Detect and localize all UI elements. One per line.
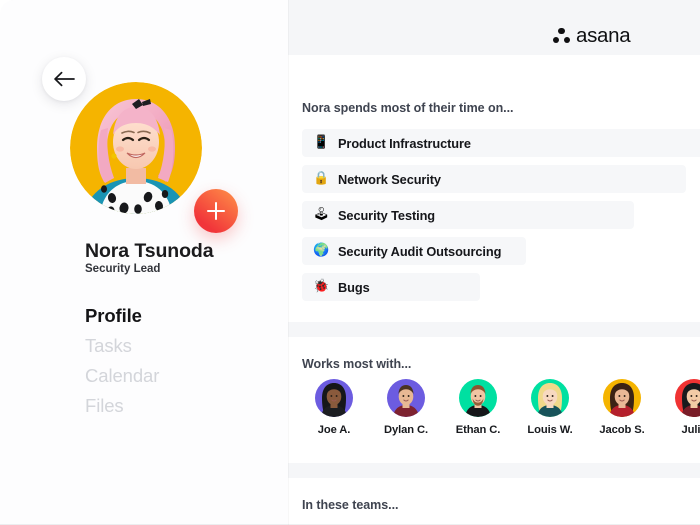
collaborator-name: Louis W. <box>527 424 573 436</box>
collaborator-avatar <box>531 379 569 417</box>
back-arrow-icon <box>54 71 75 87</box>
time-spent-row-label: Network Security <box>338 171 441 187</box>
time-spent-row-label: Security Audit Outsourcing <box>338 243 502 259</box>
sidebar-nav-tasks[interactable]: Tasks <box>85 331 265 361</box>
app-window: asana Nora spends most of their time on.… <box>0 0 700 525</box>
collaborators-card: Works most with... Joe A. Dylan C. Ethan C… <box>288 337 700 463</box>
window-frame: asana Nora spends most of their time on.… <box>0 0 700 525</box>
collaborators-card-title: Works most with... <box>302 357 412 371</box>
profile-avatar-photo <box>70 82 202 214</box>
collaborator[interactable]: Joe A. <box>298 379 370 436</box>
time-spent-row[interactable]: 📱 Product Infrastructure <box>302 129 700 157</box>
collaborator-avatar <box>315 379 353 417</box>
asana-logo[interactable]: asana <box>552 24 631 47</box>
lady-beetle-icon: 🐞 <box>313 279 330 294</box>
time-spent-row[interactable]: 🐞 Bugs <box>302 273 480 301</box>
collaborator[interactable]: Jacob S. <box>586 379 658 436</box>
collaborator-avatar <box>603 379 641 417</box>
time-spent-row[interactable]: 🕹 Security Testing <box>302 201 634 229</box>
teams-card-title: In these teams... <box>302 498 399 512</box>
collaborator-avatar <box>387 379 425 417</box>
collaborator-list: Joe A. Dylan C. Ethan C. Louis W. Jacob S. Ju… <box>298 379 700 436</box>
globe-icon: 🌍 <box>313 243 330 258</box>
add-button[interactable] <box>194 189 238 233</box>
collaborator-name: Jacob S. <box>599 424 645 436</box>
sidebar-nav-profile[interactable]: Profile <box>85 301 265 331</box>
collaborator[interactable]: Ethan C. <box>442 379 514 436</box>
asana-logo-icon <box>552 27 571 45</box>
sidebar-nav-files[interactable]: Files <box>85 391 265 421</box>
main-content-panel: asana Nora spends most of their time on.… <box>288 0 700 525</box>
collaborator[interactable]: Louis W. <box>514 379 586 436</box>
time-spent-bar-list: 📱 Product Infrastructure 🔒 Network Security… <box>302 129 700 309</box>
collaborator-name: Joe A. <box>317 424 351 436</box>
time-spent-row-label: Bugs <box>338 279 370 295</box>
time-spent-row[interactable]: 🔒 Network Security <box>302 165 686 193</box>
time-spent-row-label: Security Testing <box>338 207 436 223</box>
profile-nav: Profile Tasks Calendar Files <box>85 301 265 421</box>
mobile-phone-icon: 📱 <box>313 135 330 150</box>
time-spent-card-title: Nora spends most of their time on... <box>302 101 514 115</box>
sidebar-nav-calendar[interactable]: Calendar <box>85 361 265 391</box>
time-spent-card: Nora spends most of their time on... 📱 Pr… <box>288 55 700 322</box>
profile-role: Security Lead <box>85 263 161 275</box>
collaborator[interactable]: Dylan C. <box>370 379 442 436</box>
collaborator-avatar <box>459 379 497 417</box>
collaborator-name: Julia <box>681 424 700 436</box>
time-spent-row-label: Product Infrastructure <box>338 135 471 151</box>
joystick-icon: 🕹 <box>313 207 330 222</box>
lock-icon: 🔒 <box>313 171 330 186</box>
collaborator-avatar <box>675 379 700 417</box>
collaborator[interactable]: Julia <box>658 379 700 436</box>
profile-name: Nora Tsunoda <box>85 240 214 262</box>
back-button[interactable] <box>42 57 86 101</box>
profile-avatar[interactable] <box>70 82 202 214</box>
asana-wordmark: asana <box>576 24 631 47</box>
collaborator-name: Ethan C. <box>455 424 501 436</box>
collaborator-name: Dylan C. <box>384 424 428 436</box>
time-spent-row[interactable]: 🌍 Security Audit Outsourcing <box>302 237 526 265</box>
teams-card: In these teams... <box>288 478 700 525</box>
profile-sidebar: Nora Tsunoda Security Lead Profile Tasks C… <box>0 0 288 525</box>
